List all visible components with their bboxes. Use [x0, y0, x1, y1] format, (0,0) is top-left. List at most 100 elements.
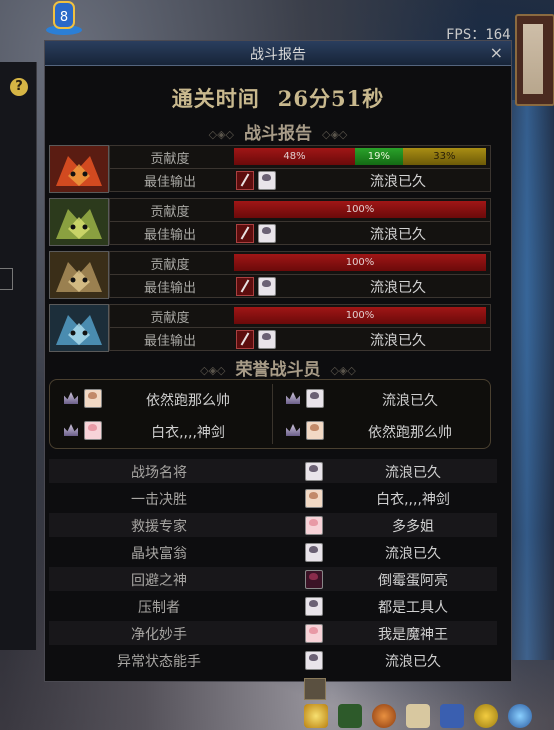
contribution-label: 贡献度	[150, 258, 190, 273]
contribution-segment: 48%	[234, 148, 355, 165]
best-output-row: 最佳输出 流浪已久	[109, 327, 491, 351]
avatar-icon	[84, 421, 102, 440]
gold-warrior-portrait[interactable]	[49, 251, 109, 299]
honor-member[interactable]: 流浪已久	[274, 384, 492, 414]
award-title: 战场名将	[131, 465, 187, 481]
award-player-name[interactable]: 流浪已久	[329, 543, 497, 563]
battle-report-window: 战斗报告 × 通关时间 26分51秒 战斗报告 贡献度 48%19%33% 最佳输…	[44, 40, 512, 682]
contribution-segment: 100%	[234, 201, 486, 218]
compass-icon[interactable]	[372, 704, 396, 728]
award-row: 晶块富翁 流浪已久	[49, 540, 497, 564]
award-row: 战场名将 流浪已久	[49, 459, 497, 483]
award-player-name[interactable]: 流浪已久	[329, 651, 497, 671]
weapon-icon	[236, 330, 254, 349]
honor-member-name: 流浪已久	[382, 393, 438, 409]
left-side-panel	[0, 62, 37, 650]
green-warrior-portrait[interactable]	[49, 198, 109, 246]
contribution-label: 贡献度	[150, 205, 190, 220]
avatar-icon	[305, 462, 323, 481]
award-player-name[interactable]: 多多姐	[329, 516, 497, 536]
player-report: 贡献度 48% 19% 33% 最佳输出 流浪已久	[49, 145, 507, 193]
weapon-icon	[236, 277, 254, 296]
award-player-name[interactable]: 流浪已久	[329, 462, 497, 482]
avatar-icon	[258, 277, 276, 296]
avatar-icon	[305, 516, 323, 535]
avatar-icon	[258, 171, 276, 190]
contribution-row: 贡献度 100%	[109, 304, 491, 328]
window-title: 战斗报告	[250, 47, 306, 63]
avatar-icon	[258, 224, 276, 243]
best-output-name: 流浪已久	[370, 174, 426, 190]
award-row: 净化妙手 我是魔神王	[49, 621, 497, 645]
award-row: 救援专家 多多姐	[49, 513, 497, 537]
player-rows: 贡献度 100% 最佳输出 流浪已久	[109, 251, 491, 298]
avatar-icon	[258, 330, 276, 349]
titlebar: 战斗报告 ×	[45, 41, 511, 66]
award-player-name[interactable]: 倒霉蛋阿亮	[329, 570, 497, 590]
quick-bar	[300, 704, 554, 730]
honor-member[interactable]: 白衣,,,,神剑	[52, 416, 270, 446]
close-button[interactable]: ×	[490, 43, 503, 62]
face-menu-icon[interactable]	[406, 704, 430, 728]
award-title: 回避之神	[131, 573, 187, 589]
crown-icon	[64, 392, 78, 404]
crown-icon	[286, 424, 300, 436]
contribution-segment: 33%	[402, 148, 486, 165]
contribution-label: 贡献度	[150, 311, 190, 326]
weapon-icon	[236, 224, 254, 243]
best-output-row: 最佳输出 流浪已久	[109, 221, 491, 245]
award-player-name[interactable]: 白衣,,,,神剑	[329, 489, 497, 509]
player-report: 贡献度 100% 最佳输出 流浪已久	[49, 304, 507, 352]
coin-icon[interactable]	[474, 704, 498, 728]
contribution-segment: 19%	[354, 148, 403, 165]
avatar-icon	[306, 389, 324, 408]
flame-icon[interactable]	[508, 704, 532, 728]
award-title: 压制者	[138, 600, 180, 616]
best-output-label: 最佳输出	[143, 175, 196, 190]
award-title: 异常状态能手	[117, 654, 201, 670]
honor-heading: 荣誉战斗员	[45, 355, 511, 380]
weapon-icon	[236, 171, 254, 190]
avatar-icon	[305, 624, 323, 643]
avatar-icon	[305, 570, 323, 589]
avatar-icon	[305, 543, 323, 562]
player-report: 贡献度 100% 最佳输出 流浪已久	[49, 198, 507, 246]
avatar-icon	[84, 389, 102, 408]
award-row: 回避之神 倒霉蛋阿亮	[49, 567, 497, 591]
crown-icon	[64, 424, 78, 436]
contribution-row: 贡献度 100%	[109, 251, 491, 275]
award-title: 晶块富翁	[131, 546, 187, 562]
award-title: 一击决胜	[131, 492, 187, 508]
avatar-icon	[305, 489, 323, 508]
left-panel-tab[interactable]	[0, 268, 13, 290]
honor-divider	[272, 384, 273, 444]
blue-warrior-portrait[interactable]	[49, 304, 109, 352]
honor-member[interactable]: 依然跑那么帅	[274, 416, 492, 446]
best-output-name: 流浪已久	[370, 280, 426, 296]
red-warrior-portrait[interactable]	[49, 145, 109, 193]
contribution-row: 贡献度 48% 19% 33%	[109, 145, 491, 169]
contribution-row: 贡献度 100%	[109, 198, 491, 222]
star-skill-icon[interactable]	[304, 704, 328, 728]
clear-time-label: 通关时间	[171, 86, 260, 111]
svg-text:8: 8	[60, 10, 68, 25]
player-rows: 贡献度 100% 最佳输出 流浪已久	[109, 304, 491, 351]
card-icon[interactable]	[440, 704, 464, 728]
best-output-label: 最佳输出	[143, 281, 196, 296]
avatar-icon	[305, 651, 323, 670]
award-player-name[interactable]: 我是魔神王	[329, 624, 497, 644]
channel-icon[interactable]: 8	[44, 0, 84, 36]
scroll-icon[interactable]	[304, 678, 326, 700]
clear-time-value: 26分51秒	[277, 86, 385, 111]
honor-member[interactable]: 依然跑那么帅	[52, 384, 270, 414]
award-player-name[interactable]: 都是工具人	[329, 597, 497, 617]
contribution-label: 贡献度	[150, 152, 190, 167]
home-icon[interactable]	[338, 704, 362, 728]
contribution-bar: 48% 19% 33%	[234, 148, 486, 165]
honor-member-name: 白衣,,,,神剑	[151, 425, 225, 441]
honor-members-box: 依然跑那么帅 流浪已久 白衣,,,,神剑 依然跑那么帅	[49, 379, 491, 449]
best-output-label: 最佳输出	[143, 334, 196, 349]
help-icon[interactable]: ?	[10, 78, 28, 96]
player-rows: 贡献度 48% 19% 33% 最佳输出 流浪已久	[109, 145, 491, 192]
avatar-icon	[305, 597, 323, 616]
